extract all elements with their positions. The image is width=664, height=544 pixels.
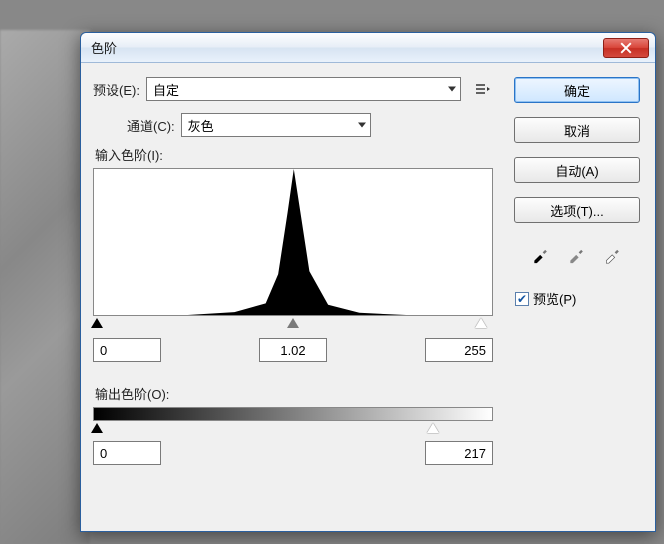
options-button[interactable]: 选项(T)... — [514, 197, 640, 223]
ok-button[interactable]: 确定 — [514, 77, 640, 103]
preset-value: 自定 — [153, 80, 179, 99]
eyedropper-icon — [566, 244, 588, 264]
output-gradient — [93, 407, 493, 421]
chevron-down-icon — [448, 87, 456, 92]
input-shadow-handle[interactable] — [91, 318, 103, 328]
output-levels-label: 输出色阶(O): — [95, 384, 493, 403]
input-highlight-field[interactable]: 255 — [425, 338, 493, 362]
check-icon: ✔ — [517, 293, 527, 305]
eyedropper-icon — [530, 244, 552, 264]
output-slider[interactable] — [93, 423, 493, 437]
channel-label: 通道(C): — [127, 116, 175, 135]
menu-icon — [475, 83, 491, 95]
input-mid-field[interactable]: 1.02 — [259, 338, 327, 362]
eyedropper-icon — [602, 244, 624, 264]
preset-combo[interactable]: 自定 — [146, 77, 461, 101]
histogram — [93, 168, 493, 316]
input-levels-label: 输入色阶(I): — [95, 145, 493, 164]
titlebar[interactable]: 色阶 — [81, 33, 655, 63]
output-highlight-handle[interactable] — [427, 423, 439, 433]
eyedropper-black[interactable] — [528, 243, 554, 265]
preset-menu-button[interactable] — [473, 80, 493, 98]
input-mid-handle[interactable] — [287, 318, 299, 328]
window-title: 色阶 — [91, 38, 117, 57]
close-button[interactable] — [603, 38, 649, 58]
preset-label: 预设(E): — [93, 80, 140, 99]
output-shadow-handle[interactable] — [91, 423, 103, 433]
channel-value: 灰色 — [188, 116, 214, 135]
levels-dialog: 色阶 预设(E): 自定 通道(C): — [80, 32, 656, 532]
close-icon — [620, 42, 632, 54]
output-highlight-field[interactable]: 217 — [425, 441, 493, 465]
input-highlight-handle[interactable] — [475, 318, 487, 328]
input-slider[interactable] — [93, 318, 493, 332]
channel-combo[interactable]: 灰色 — [181, 113, 371, 137]
input-shadow-field[interactable]: 0 — [93, 338, 161, 362]
cancel-button[interactable]: 取消 — [514, 117, 640, 143]
histogram-shape — [94, 169, 492, 315]
preview-checkbox[interactable]: ✔ — [515, 292, 529, 306]
preview-label: 预览(P) — [533, 289, 576, 308]
chevron-down-icon — [358, 123, 366, 128]
eyedropper-gray[interactable] — [564, 243, 590, 265]
output-shadow-field[interactable]: 0 — [93, 441, 161, 465]
eyedropper-group — [528, 243, 626, 265]
auto-button[interactable]: 自动(A) — [514, 157, 640, 183]
eyedropper-white[interactable] — [600, 243, 626, 265]
